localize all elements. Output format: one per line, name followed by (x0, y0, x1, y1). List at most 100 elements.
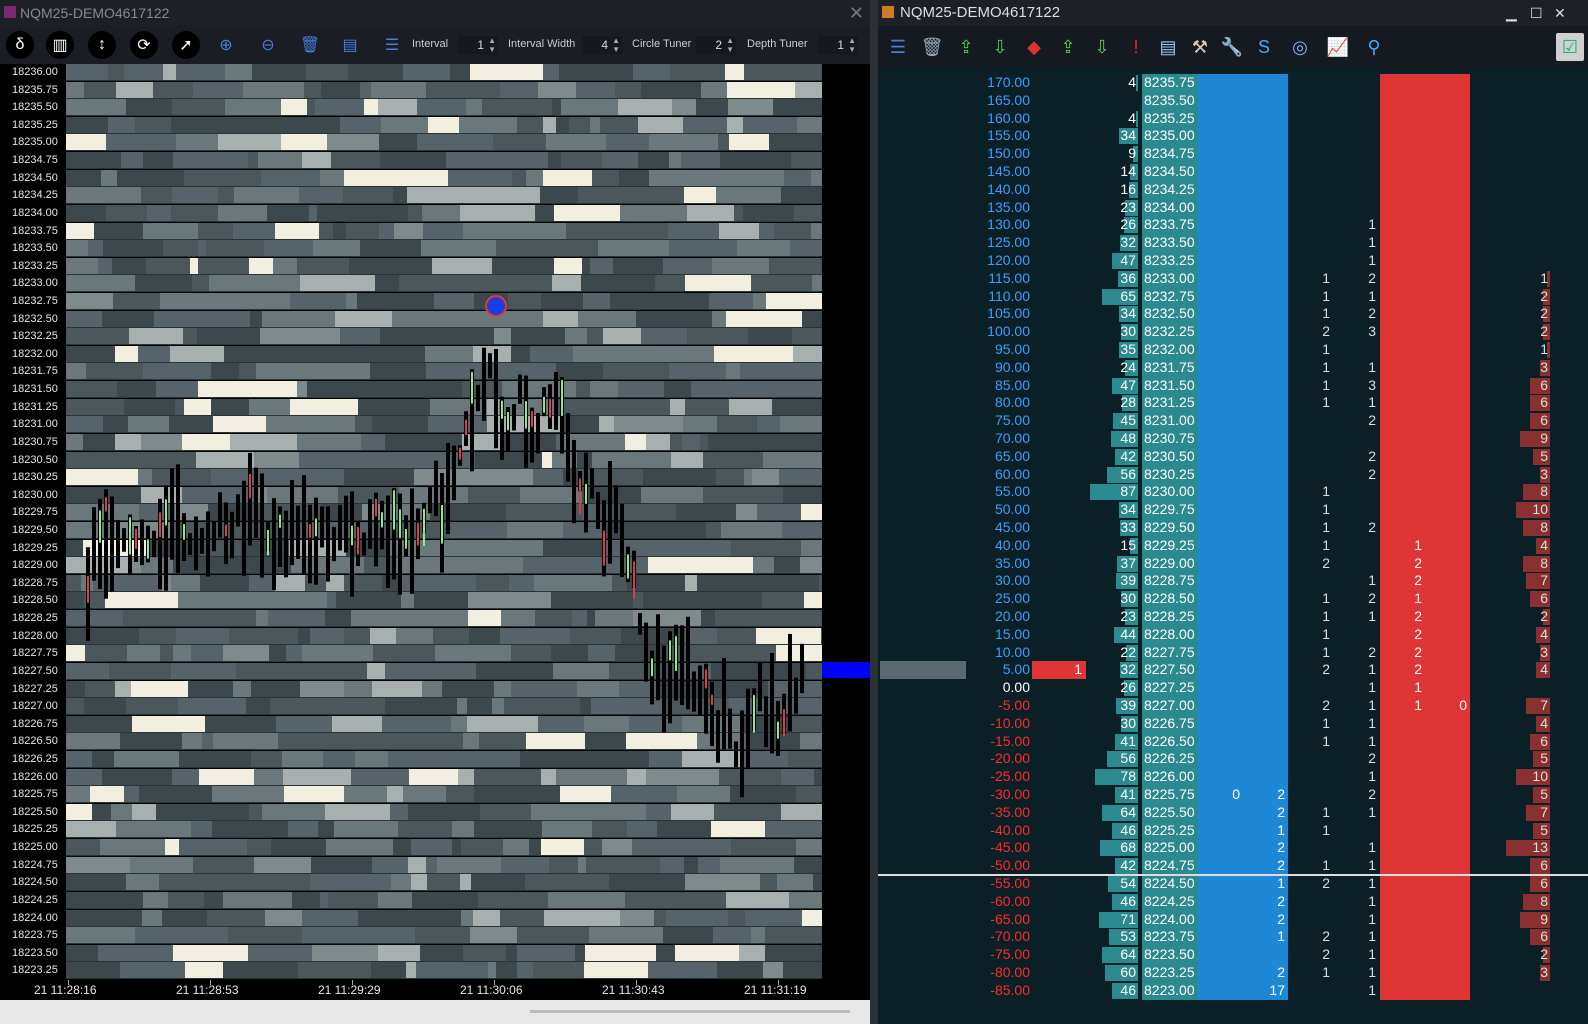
price-cell[interactable]: 8224.75 (1142, 857, 1198, 875)
tag-icon[interactable]: ◆ (1020, 33, 1048, 61)
ladder-row[interactable]: -75.00 64 8223.50 2 1 2 (878, 946, 1588, 964)
minimize-icon[interactable]: ▁ (1506, 0, 1517, 26)
bid-column[interactable] (1198, 305, 1243, 324)
ask-column[interactable] (1425, 145, 1470, 163)
ask-column[interactable] (1425, 163, 1470, 181)
ask-column[interactable] (1380, 198, 1425, 217)
ask-column[interactable] (1380, 501, 1425, 519)
bid-column[interactable] (1198, 127, 1243, 146)
ladder-row[interactable]: 35.00 37 8229.00 2 2 8 (878, 554, 1588, 573)
ladder-row[interactable]: 135.00 23 8234.00 (878, 198, 1588, 217)
ask-column[interactable] (1380, 483, 1425, 502)
bid-column[interactable] (1198, 928, 1243, 947)
ask-column[interactable] (1425, 608, 1470, 626)
bid-column[interactable] (1243, 447, 1288, 466)
alert-icon[interactable]: ! (1122, 33, 1150, 61)
ask-column[interactable] (1425, 341, 1470, 359)
ask-column[interactable] (1380, 803, 1425, 822)
ask-column[interactable] (1425, 447, 1470, 466)
ask-size[interactable]: 1 (1380, 590, 1422, 608)
ladder-row[interactable]: -65.00 71 8224.00 2 1 9 (878, 910, 1588, 929)
ask-column[interactable] (1425, 590, 1470, 608)
ask-column[interactable] (1425, 714, 1470, 733)
ask-column[interactable] (1425, 501, 1470, 519)
bid-column[interactable] (1198, 821, 1243, 840)
ask-column[interactable] (1425, 946, 1470, 964)
price-cell[interactable]: 8226.50 (1142, 732, 1198, 751)
bid-column[interactable] (1198, 661, 1243, 680)
ask-column[interactable] (1425, 981, 1470, 1000)
bid-column[interactable] (1243, 341, 1288, 359)
bid-column[interactable] (1198, 287, 1243, 306)
ask-column[interactable] (1380, 821, 1425, 840)
bid-size[interactable]: 17 (1243, 982, 1285, 1000)
ask-column[interactable] (1380, 946, 1425, 964)
ladder-row[interactable]: 80.00 28 8231.25 1 1 6 (878, 394, 1588, 413)
price-cell[interactable]: 8225.25 (1142, 821, 1198, 840)
bid-column[interactable] (1198, 625, 1243, 644)
ladder-row[interactable]: 45.00 33 8229.50 1 2 8 (878, 519, 1588, 537)
zoom-in-icon[interactable]: ⊕ (212, 31, 240, 59)
price-cell[interactable]: 8226.75 (1142, 714, 1198, 733)
ask-column[interactable] (1425, 394, 1470, 413)
document-icon[interactable]: ▤ (1154, 33, 1182, 61)
bid-column[interactable] (1198, 590, 1243, 608)
bid-column[interactable] (1198, 483, 1243, 502)
bid-column[interactable] (1198, 892, 1243, 911)
ladder-row[interactable]: 90.00 24 8231.75 1 1 3 (878, 358, 1588, 377)
bid-column[interactable] (1243, 590, 1288, 608)
price-cell[interactable]: 8235.75 (1142, 74, 1198, 92)
bid-column[interactable] (1198, 750, 1243, 769)
bid-size[interactable]: 2 (1243, 893, 1285, 911)
ask-column[interactable] (1425, 323, 1470, 341)
price-cell[interactable]: 8229.00 (1142, 554, 1198, 573)
ask-column[interactable] (1380, 964, 1425, 982)
ladder-row[interactable]: -10.00 30 8226.75 1 1 4 (878, 714, 1588, 733)
ladder-row[interactable]: -55.00 54 8224.50 1 2 1 6 (878, 875, 1588, 893)
ask-size[interactable]: 2 (1380, 626, 1422, 644)
ladder-row[interactable]: 70.00 48 8230.75 9 (878, 430, 1588, 448)
bid-column[interactable] (1243, 946, 1288, 964)
ask-size[interactable]: 2 (1380, 555, 1422, 573)
ask-column[interactable] (1425, 786, 1470, 804)
bid-column[interactable] (1243, 74, 1288, 92)
ladder-row[interactable]: 1 5.00 32 8227.50 2 1 2 4 (878, 661, 1588, 680)
bid-column[interactable] (1243, 287, 1288, 306)
ladder-row[interactable]: 170.00 4 8235.75 (878, 74, 1588, 92)
download-icon[interactable]: ⇩ (1088, 33, 1116, 61)
ask-column[interactable] (1380, 857, 1425, 875)
bid-column[interactable] (1198, 679, 1243, 697)
depth-tuner-stepper[interactable]: 1 ▲ ▼ (818, 36, 858, 54)
price-cell[interactable]: 8227.00 (1142, 697, 1198, 715)
upload-icon[interactable]: ⇪ (1054, 33, 1082, 61)
price-cell[interactable]: 8232.00 (1142, 341, 1198, 359)
ask-column[interactable] (1380, 323, 1425, 341)
price-cell[interactable]: 8230.50 (1142, 447, 1198, 466)
price-cell[interactable]: 8229.75 (1142, 501, 1198, 519)
ask-column[interactable] (1380, 750, 1425, 769)
layers-icon[interactable]: ☰ (884, 33, 912, 61)
ask-column[interactable] (1425, 875, 1470, 893)
price-cell[interactable]: 8230.00 (1142, 483, 1198, 502)
price-cell[interactable]: 8227.25 (1142, 679, 1198, 697)
ask-column[interactable] (1380, 127, 1425, 146)
ask-column[interactable] (1425, 839, 1470, 858)
bid-column[interactable] (1243, 625, 1288, 644)
ask-size[interactable]: 1 (1380, 697, 1422, 715)
bid-column[interactable] (1243, 714, 1288, 733)
ladder-row[interactable]: -35.00 64 8225.50 2 1 1 7 (878, 803, 1588, 822)
price-cell[interactable]: 8234.00 (1142, 198, 1198, 217)
ask-column[interactable] (1425, 234, 1470, 252)
bid-column[interactable] (1243, 643, 1288, 662)
ask-column[interactable] (1380, 287, 1425, 306)
ask-column[interactable] (1380, 412, 1425, 430)
price-cell[interactable]: 8230.25 (1142, 465, 1198, 484)
ladder-row[interactable]: 50.00 34 8229.75 1 10 (878, 501, 1588, 519)
price-cell[interactable]: 8231.50 (1142, 376, 1198, 395)
ask-column[interactable] (1425, 198, 1470, 217)
bid-column[interactable] (1243, 145, 1288, 163)
price-cell[interactable]: 8233.00 (1142, 269, 1198, 288)
bid-column[interactable] (1243, 768, 1288, 786)
ask-column[interactable] (1425, 287, 1470, 306)
ask-column[interactable] (1425, 910, 1470, 929)
